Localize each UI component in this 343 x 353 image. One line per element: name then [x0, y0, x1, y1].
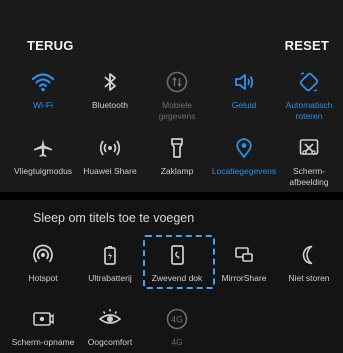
huawei-share-icon [98, 136, 122, 160]
top-bar: TERUG RESET [0, 0, 343, 56]
tile-screenshot[interactable]: Scherm-afbeelding [276, 136, 342, 188]
tile-huawei-share[interactable]: Huawei Share [77, 136, 143, 177]
tile-label: Mobiele gegevens [158, 100, 196, 121]
tile-mobile-data[interactable]: Mobiele gegevens [144, 70, 210, 122]
tile-wifi[interactable]: Wi-Fi [10, 70, 76, 111]
tile-4g[interactable]: 4G 4G [144, 307, 210, 348]
section-divider [0, 192, 343, 200]
airplane-icon [31, 136, 55, 160]
tile-label: Niet storen [288, 273, 330, 283]
tile-bluetooth[interactable]: Bluetooth [77, 70, 143, 111]
svg-text:4G: 4G [171, 315, 183, 325]
tile-hotspot[interactable]: Hotspot [10, 243, 76, 284]
mobile-data-icon [165, 70, 189, 94]
tile-auto-rotate[interactable]: Automatisch roteren [276, 70, 342, 122]
eye-comfort-icon [98, 307, 122, 331]
4g-icon: 4G [165, 307, 189, 331]
tile-label: Locatiegegevens [211, 166, 277, 176]
tile-label: Zaklamp [160, 166, 194, 176]
tile-location[interactable]: Locatiegegevens [211, 136, 277, 177]
back-button[interactable]: TERUG [27, 38, 74, 53]
floating-dock-icon [165, 243, 189, 267]
sound-icon [232, 70, 256, 94]
tile-eye-comfort[interactable]: Oogcomfort [77, 307, 143, 348]
bluetooth-icon [98, 70, 122, 94]
wifi-icon [31, 70, 55, 94]
tile-label: Ultrabatterij [88, 273, 132, 283]
tile-label: Automatisch roteren [285, 100, 333, 121]
active-tiles-panel: Wi-Fi Bluetooth Mobiele gegevens Geluid … [0, 56, 343, 192]
screen-record-icon [31, 307, 55, 331]
tile-label: MirrorShare [221, 273, 267, 283]
do-not-disturb-icon [297, 243, 321, 267]
tile-screen-record[interactable]: Scherm-opname [10, 307, 76, 348]
tile-label: Zwevend dok [151, 273, 203, 283]
location-icon [232, 136, 256, 160]
tile-label: Scherm-opname [11, 337, 75, 347]
flashlight-icon [165, 136, 189, 160]
tile-label: Scherm-afbeelding [289, 166, 329, 187]
tile-label: 4G [171, 337, 183, 347]
tile-label: Hotspot [28, 273, 58, 283]
auto-rotate-icon [297, 70, 321, 94]
tile-ultra-battery[interactable]: Ultrabatterij [77, 243, 143, 284]
drag-hint: Sleep om titels toe te voegen [33, 211, 195, 225]
tile-label: Wi-Fi [33, 100, 53, 110]
tile-sound[interactable]: Geluid [211, 70, 277, 111]
tile-do-not-disturb[interactable]: Niet storen [276, 243, 342, 284]
screenshot-icon [297, 136, 321, 160]
tile-label: Vliegtuigmodus [13, 166, 73, 176]
mirrorshare-icon [232, 243, 256, 267]
tile-label: Huawei Share [83, 166, 137, 176]
hotspot-icon [31, 243, 55, 267]
tile-airplane-mode[interactable]: Vliegtuigmodus [10, 136, 76, 177]
ultra-battery-icon [98, 243, 122, 267]
tile-mirrorshare[interactable]: MirrorShare [211, 243, 277, 284]
tile-floating-dock[interactable]: Zwevend dok [144, 243, 210, 284]
tile-label: Bluetooth [92, 100, 128, 110]
tile-flashlight[interactable]: Zaklamp [144, 136, 210, 177]
tile-label: Oogcomfort [87, 337, 133, 347]
tile-label: Geluid [231, 100, 257, 110]
reset-button[interactable]: RESET [285, 38, 329, 53]
